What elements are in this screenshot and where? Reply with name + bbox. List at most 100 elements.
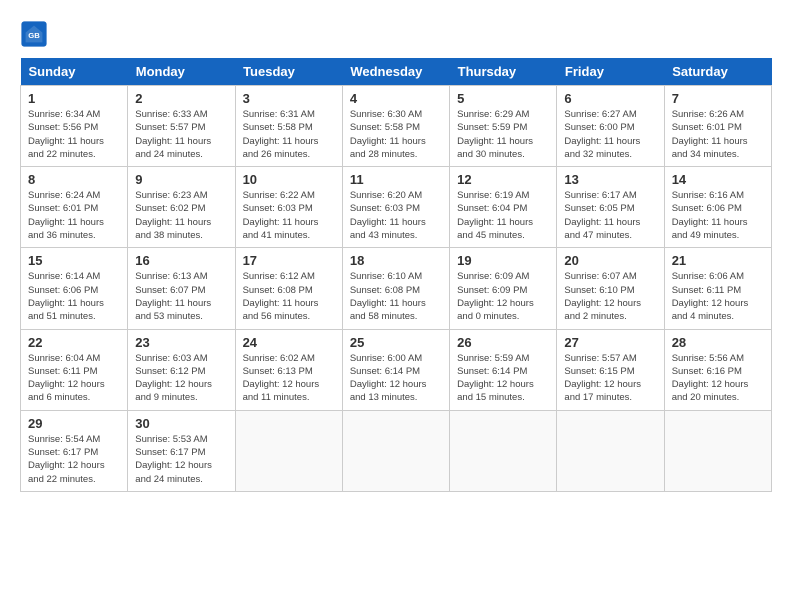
day-info: Sunrise: 6:23 AM Sunset: 6:02 PM Dayligh… [135, 189, 227, 242]
day-info: Sunrise: 6:13 AM Sunset: 6:07 PM Dayligh… [135, 270, 227, 323]
day-number: 23 [135, 335, 227, 350]
day-info: Sunrise: 6:07 AM Sunset: 6:10 PM Dayligh… [564, 270, 656, 323]
day-number: 1 [28, 91, 120, 106]
day-number: 14 [672, 172, 764, 187]
day-info: Sunrise: 6:17 AM Sunset: 6:05 PM Dayligh… [564, 189, 656, 242]
day-cell-8: 8Sunrise: 6:24 AM Sunset: 6:01 PM Daylig… [21, 167, 128, 248]
day-cell-30: 30 Sunrise: 5:53 AM Sunset: 6:17 PM Dayli… [128, 410, 235, 491]
day-info: Sunrise: 6:22 AM Sunset: 6:03 PM Dayligh… [243, 189, 335, 242]
day-info: Sunrise: 6:16 AM Sunset: 6:06 PM Dayligh… [672, 189, 764, 242]
calendar-week-4: 22 Sunrise: 6:04 AM Sunset: 6:11 PM Dayli… [21, 329, 772, 410]
day-number: 25 [350, 335, 442, 350]
day-cell-15: 15 Sunrise: 6:14 AM Sunset: 6:06 PM Dayli… [21, 248, 128, 329]
day-number: 22 [28, 335, 120, 350]
empty-cell [342, 410, 449, 491]
day-number: 19 [457, 253, 549, 268]
empty-cell [450, 410, 557, 491]
day-number: 29 [28, 416, 120, 431]
day-number: 15 [28, 253, 120, 268]
day-cell-27: 27 Sunrise: 5:57 AM Sunset: 6:15 PM Dayli… [557, 329, 664, 410]
day-number: 10 [243, 172, 335, 187]
day-number: 30 [135, 416, 227, 431]
day-info: Sunrise: 6:12 AM Sunset: 6:08 PM Dayligh… [243, 270, 335, 323]
day-cell-25: 25Sunrise: 6:00 AM Sunset: 6:14 PM Dayli… [342, 329, 449, 410]
day-info: Sunrise: 6:10 AM Sunset: 6:08 PM Dayligh… [350, 270, 442, 323]
day-number: 5 [457, 91, 549, 106]
day-info: Sunrise: 6:19 AM Sunset: 6:04 PM Dayligh… [457, 189, 549, 242]
calendar-week-1: 1 Sunrise: 6:34 AM Sunset: 5:56 PM Daylig… [21, 86, 772, 167]
day-cell-11: 11 Sunrise: 6:20 AM Sunset: 6:03 PM Dayli… [342, 167, 449, 248]
day-number: 9 [135, 172, 227, 187]
day-number: 11 [350, 172, 442, 187]
day-number: 27 [564, 335, 656, 350]
day-number: 26 [457, 335, 549, 350]
calendar-table: SundayMondayTuesdayWednesdayThursdayFrid… [20, 58, 772, 492]
day-number: 4 [350, 91, 442, 106]
day-info: Sunrise: 6:31 AM Sunset: 5:58 PM Dayligh… [243, 108, 335, 161]
calendar-week-2: 8Sunrise: 6:24 AM Sunset: 6:01 PM Daylig… [21, 167, 772, 248]
day-number: 16 [135, 253, 227, 268]
svg-text:GB: GB [28, 31, 40, 40]
day-info: Sunrise: 6:27 AM Sunset: 6:00 PM Dayligh… [564, 108, 656, 161]
day-info: Sunrise: 6:26 AM Sunset: 6:01 PM Dayligh… [672, 108, 764, 161]
day-number: 18 [350, 253, 442, 268]
day-info: Sunrise: 6:14 AM Sunset: 6:06 PM Dayligh… [28, 270, 120, 323]
day-number: 28 [672, 335, 764, 350]
page-header: GB [20, 20, 772, 48]
day-cell-28: 28 Sunrise: 5:56 AM Sunset: 6:16 PM Dayli… [664, 329, 771, 410]
day-cell-7: 7 Sunrise: 6:26 AM Sunset: 6:01 PM Daylig… [664, 86, 771, 167]
day-info: Sunrise: 6:03 AM Sunset: 6:12 PM Dayligh… [135, 352, 227, 405]
day-number: 21 [672, 253, 764, 268]
logo: GB [20, 20, 52, 48]
day-info: Sunrise: 6:09 AM Sunset: 6:09 PM Dayligh… [457, 270, 549, 323]
day-number: 3 [243, 91, 335, 106]
day-info: Sunrise: 5:54 AM Sunset: 6:17 PM Dayligh… [28, 433, 120, 486]
day-info: Sunrise: 6:06 AM Sunset: 6:11 PM Dayligh… [672, 270, 764, 323]
day-info: Sunrise: 5:56 AM Sunset: 6:16 PM Dayligh… [672, 352, 764, 405]
col-header-wednesday: Wednesday [342, 58, 449, 86]
day-info: Sunrise: 5:53 AM Sunset: 6:17 PM Dayligh… [135, 433, 227, 486]
day-number: 12 [457, 172, 549, 187]
calendar-week-3: 15 Sunrise: 6:14 AM Sunset: 6:06 PM Dayli… [21, 248, 772, 329]
day-cell-16: 16 Sunrise: 6:13 AM Sunset: 6:07 PM Dayli… [128, 248, 235, 329]
day-cell-5: 5 Sunrise: 6:29 AM Sunset: 5:59 PM Daylig… [450, 86, 557, 167]
day-cell-2: 2 Sunrise: 6:33 AM Sunset: 5:57 PM Daylig… [128, 86, 235, 167]
day-cell-12: 12 Sunrise: 6:19 AM Sunset: 6:04 PM Dayli… [450, 167, 557, 248]
col-header-tuesday: Tuesday [235, 58, 342, 86]
col-header-friday: Friday [557, 58, 664, 86]
day-number: 13 [564, 172, 656, 187]
day-number: 17 [243, 253, 335, 268]
empty-cell [235, 410, 342, 491]
day-info: Sunrise: 5:57 AM Sunset: 6:15 PM Dayligh… [564, 352, 656, 405]
day-cell-20: 20 Sunrise: 6:07 AM Sunset: 6:10 PM Dayli… [557, 248, 664, 329]
day-cell-3: 3 Sunrise: 6:31 AM Sunset: 5:58 PM Daylig… [235, 86, 342, 167]
day-info: Sunrise: 6:30 AM Sunset: 5:58 PM Dayligh… [350, 108, 442, 161]
day-cell-26: 26Sunrise: 5:59 AM Sunset: 6:14 PM Dayli… [450, 329, 557, 410]
day-number: 20 [564, 253, 656, 268]
empty-cell [557, 410, 664, 491]
day-cell-10: 10 Sunrise: 6:22 AM Sunset: 6:03 PM Dayli… [235, 167, 342, 248]
day-info: Sunrise: 6:34 AM Sunset: 5:56 PM Dayligh… [28, 108, 120, 161]
day-info: Sunrise: 6:24 AM Sunset: 6:01 PM Dayligh… [28, 189, 120, 242]
day-cell-23: 23 Sunrise: 6:03 AM Sunset: 6:12 PM Dayli… [128, 329, 235, 410]
day-cell-18: 18 Sunrise: 6:10 AM Sunset: 6:08 PM Dayli… [342, 248, 449, 329]
day-number: 24 [243, 335, 335, 350]
day-cell-22: 22 Sunrise: 6:04 AM Sunset: 6:11 PM Dayli… [21, 329, 128, 410]
day-info: Sunrise: 6:33 AM Sunset: 5:57 PM Dayligh… [135, 108, 227, 161]
day-cell-14: 14 Sunrise: 6:16 AM Sunset: 6:06 PM Dayli… [664, 167, 771, 248]
col-header-sunday: Sunday [21, 58, 128, 86]
day-number: 7 [672, 91, 764, 106]
day-cell-29: 29 Sunrise: 5:54 AM Sunset: 6:17 PM Dayli… [21, 410, 128, 491]
day-cell-19: 19 Sunrise: 6:09 AM Sunset: 6:09 PM Dayli… [450, 248, 557, 329]
day-cell-1: 1 Sunrise: 6:34 AM Sunset: 5:56 PM Daylig… [21, 86, 128, 167]
day-info: Sunrise: 6:20 AM Sunset: 6:03 PM Dayligh… [350, 189, 442, 242]
calendar-week-5: 29 Sunrise: 5:54 AM Sunset: 6:17 PM Dayli… [21, 410, 772, 491]
day-cell-24: 24Sunrise: 6:02 AM Sunset: 6:13 PM Dayli… [235, 329, 342, 410]
day-info: Sunrise: 6:04 AM Sunset: 6:11 PM Dayligh… [28, 352, 120, 405]
day-number: 6 [564, 91, 656, 106]
day-info: Sunrise: 6:29 AM Sunset: 5:59 PM Dayligh… [457, 108, 549, 161]
logo-icon: GB [20, 20, 48, 48]
col-header-saturday: Saturday [664, 58, 771, 86]
day-number: 2 [135, 91, 227, 106]
day-cell-17: 17 Sunrise: 6:12 AM Sunset: 6:08 PM Dayli… [235, 248, 342, 329]
